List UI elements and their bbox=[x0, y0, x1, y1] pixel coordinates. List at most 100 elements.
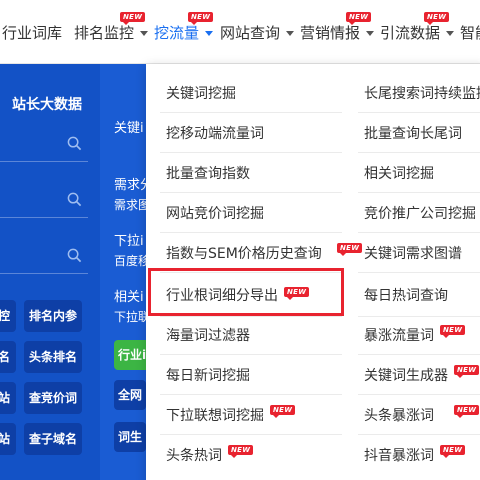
tool-button[interactable]: 排名内参 bbox=[24, 300, 82, 332]
word-gen-button[interactable]: 词生 bbox=[114, 422, 147, 452]
new-badge: NEW bbox=[346, 12, 372, 25]
chevron-down-icon bbox=[446, 31, 455, 36]
menu-item-label: 挖移动端流量词 bbox=[166, 126, 264, 142]
menu-item-label: 关键词生成器 bbox=[364, 368, 448, 384]
tool-button[interactable]: 查子域名 bbox=[24, 423, 82, 455]
highlight-box bbox=[148, 268, 344, 316]
divider bbox=[358, 192, 480, 193]
nav-item-label: 排名监控 bbox=[74, 24, 135, 42]
chevron-down-icon bbox=[366, 31, 375, 36]
divider bbox=[358, 434, 480, 435]
new-badge: NEW bbox=[270, 405, 296, 418]
field-hint: 需求图 bbox=[114, 198, 148, 212]
divider bbox=[160, 112, 342, 113]
new-badge: NEW bbox=[337, 243, 363, 256]
nav-item-marketing-intel[interactable]: 营销情报 bbox=[300, 21, 375, 45]
menu-item-bid-company[interactable]: 竞价推广公司挖掘 bbox=[364, 194, 476, 234]
menu-item-related-words[interactable]: 相关词挖掘 bbox=[364, 154, 434, 194]
divider bbox=[160, 394, 342, 395]
chevron-down-icon bbox=[205, 31, 214, 36]
nav-item-label: 行业词库 bbox=[2, 24, 63, 42]
search-icon[interactable] bbox=[67, 248, 82, 263]
menu-item-longtail-monitor[interactable]: 长尾搜索词持续监控 bbox=[364, 74, 480, 114]
tool-button[interactable]: 头条排名 bbox=[24, 341, 82, 373]
new-badge: NEW bbox=[440, 445, 466, 458]
menu-item-site-bid-words[interactable]: 网站竞价词挖掘 bbox=[166, 194, 264, 234]
divider bbox=[160, 152, 342, 153]
top-nav: 行业词库 排名监控 NEW 挖流量 NEW 网站查询 营销情报 NEW 引流数据… bbox=[0, 0, 480, 64]
chevron-down-icon bbox=[286, 31, 295, 36]
search-field[interactable] bbox=[0, 128, 88, 162]
nav-item-label: 营销情报 bbox=[300, 24, 361, 42]
menu-item-demand-graph[interactable]: 关键词需求图谱 bbox=[364, 234, 462, 274]
nav-item-rank-monitor[interactable]: 排名监控 bbox=[74, 21, 149, 45]
divider bbox=[160, 354, 342, 355]
field-label: 下拉i bbox=[114, 234, 144, 249]
new-badge: NEW bbox=[228, 445, 254, 458]
nav-item-dig-traffic[interactable]: 挖流量 bbox=[154, 21, 214, 45]
tool-button[interactable]: 查竞价词 bbox=[24, 382, 82, 414]
menu-item-label: 关键词需求图谱 bbox=[364, 246, 462, 262]
divider bbox=[160, 434, 342, 435]
chevron-down-icon bbox=[140, 31, 149, 36]
menu-item-label: 网站竞价词挖掘 bbox=[166, 206, 264, 222]
search-field[interactable] bbox=[0, 184, 88, 218]
menu-item-keyword-generator[interactable]: 关键词生成器 bbox=[364, 356, 448, 396]
new-badge: NEW bbox=[188, 12, 214, 25]
menu-item-label: 暴涨流量词 bbox=[364, 328, 434, 344]
divider bbox=[160, 192, 342, 193]
menu-item-keyword-mining[interactable]: 关键词挖掘 bbox=[166, 74, 236, 114]
tool-button[interactable]: 站 bbox=[0, 423, 16, 455]
nav-item-industry-lexicon[interactable]: 行业词库 bbox=[2, 21, 62, 45]
field-label: 相关i bbox=[114, 290, 144, 305]
tool-button[interactable]: 控 bbox=[0, 300, 16, 332]
search-field[interactable] bbox=[0, 240, 88, 274]
menu-item-label: 下拉联想词挖掘 bbox=[166, 408, 264, 424]
menu-item-label: 批量查询指数 bbox=[166, 166, 250, 182]
nav-item-label: 挖流量 bbox=[154, 24, 200, 42]
menu-item-daily-hot[interactable]: 每日热词查询 bbox=[364, 276, 448, 316]
search-icon[interactable] bbox=[67, 192, 82, 207]
new-badge: NEW bbox=[424, 12, 450, 25]
nav-item-traffic-data[interactable]: 引流数据 bbox=[380, 21, 455, 45]
divider bbox=[358, 354, 480, 355]
industry-button[interactable]: 行业i bbox=[114, 340, 148, 370]
new-badge: NEW bbox=[120, 12, 146, 25]
menu-item-daily-new-words[interactable]: 每日新词挖掘 bbox=[166, 356, 250, 396]
menu-item-batch-index[interactable]: 批量查询指数 bbox=[166, 154, 250, 194]
menu-item-label: 每日新词挖掘 bbox=[166, 368, 250, 384]
menu-item-mobile-traffic[interactable]: 挖移动端流量词 bbox=[166, 114, 264, 154]
divider bbox=[358, 394, 480, 395]
tool-button[interactable]: 名 bbox=[0, 341, 16, 373]
menu-item-toutiao-surge[interactable]: 头条暴涨词 bbox=[364, 396, 434, 436]
menu-item-label: 海量词过滤器 bbox=[166, 328, 250, 344]
field-hint: 下拉联 bbox=[114, 310, 148, 324]
menu-item-label: 竞价推广公司挖掘 bbox=[364, 206, 476, 222]
divider bbox=[358, 112, 480, 113]
nav-item-site-query[interactable]: 网站查询 bbox=[220, 21, 295, 45]
tool-button[interactable]: 站 bbox=[0, 382, 16, 414]
menu-item-label: 头条热词 bbox=[166, 448, 222, 464]
menu-item-toutiao-hot[interactable]: 头条热词 bbox=[166, 436, 222, 476]
menu-item-label: 每日热词查询 bbox=[364, 288, 448, 304]
new-badge: NEW bbox=[454, 405, 480, 418]
left-panel: 站长大数据 控 排名内参 名 头条排名 站 查竞价词 站 查子域名 bbox=[0, 64, 100, 480]
field-label: 关键i bbox=[114, 121, 144, 136]
nav-item-label: 智能 bbox=[460, 24, 480, 42]
menu-item-dropdown-suggest[interactable]: 下拉联想词挖掘 bbox=[166, 396, 264, 436]
menu-item-batch-longtail[interactable]: 批量查询长尾词 bbox=[364, 114, 462, 154]
menu-item-label: 关键词挖掘 bbox=[166, 86, 236, 102]
menu-item-label: 头条暴涨词 bbox=[364, 408, 434, 424]
menu-item-douyin-surge[interactable]: 抖音暴涨词 bbox=[364, 436, 434, 476]
divider bbox=[160, 232, 342, 233]
search-icon[interactable] bbox=[67, 136, 82, 151]
divider bbox=[358, 152, 480, 153]
menu-item-label: 批量查询长尾词 bbox=[364, 126, 462, 142]
menu-item-word-filter[interactable]: 海量词过滤器 bbox=[166, 316, 250, 356]
nav-item-smart[interactable]: 智能 bbox=[460, 21, 480, 45]
panel-title: 站长大数据 bbox=[12, 97, 82, 113]
menu-item-label: 长尾搜索词持续监控 bbox=[364, 86, 480, 102]
network-button[interactable]: 全网 bbox=[114, 380, 147, 410]
divider bbox=[358, 232, 480, 233]
menu-item-surge-traffic[interactable]: 暴涨流量词 bbox=[364, 316, 434, 356]
